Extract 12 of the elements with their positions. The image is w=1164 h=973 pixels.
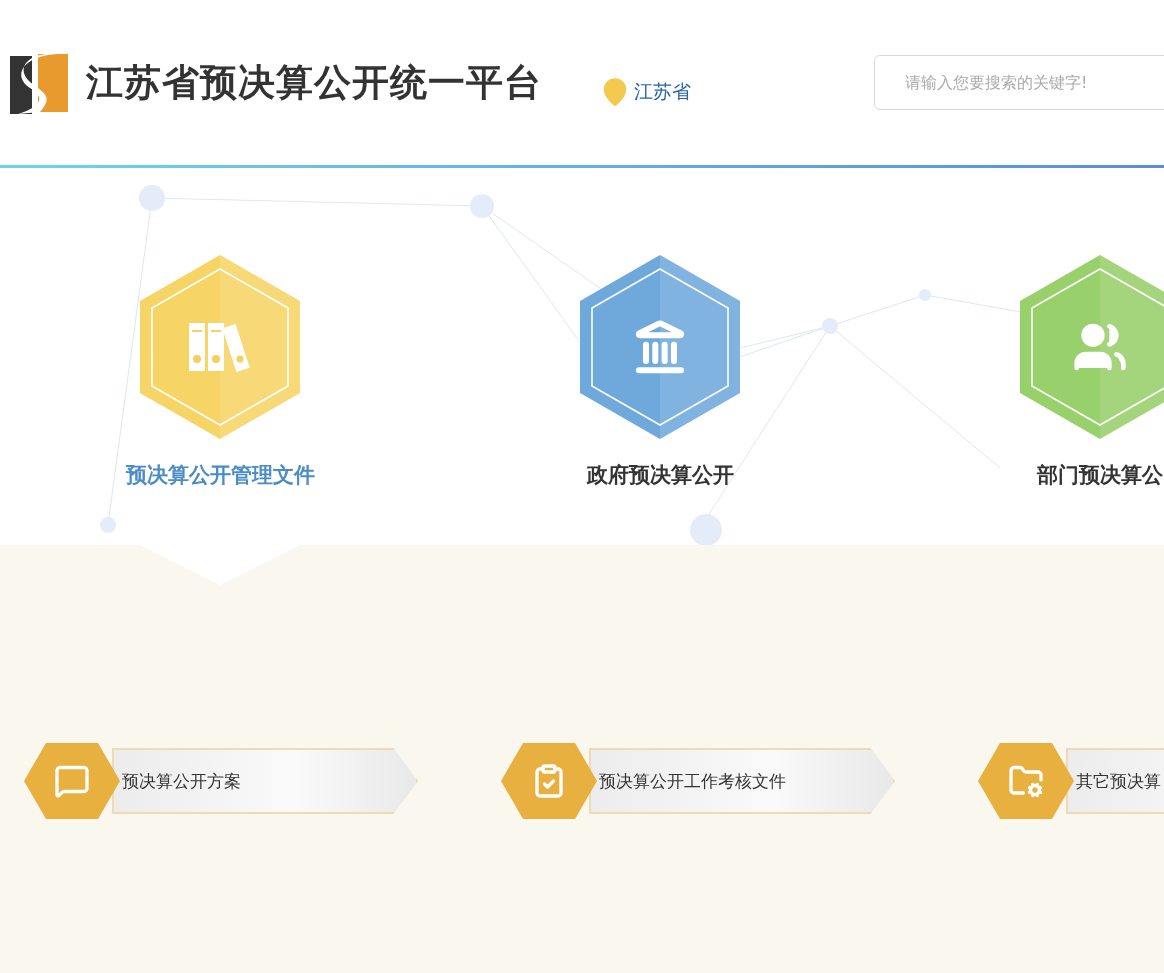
search-field[interactable]: 请输入您要搜索的关键字!: [874, 55, 1164, 110]
category-link[interactable]: 部门预决算公: [1037, 461, 1163, 489]
category-link[interactable]: 预决算公开管理文件: [125, 461, 315, 489]
subcategory-button[interactable]: 预决算公开工作考核文件: [589, 748, 895, 814]
location-text[interactable]: 江苏省: [634, 78, 691, 105]
folder-gear-icon: [1008, 763, 1044, 799]
binders-icon: [187, 321, 253, 373]
category-link[interactable]: 政府预决算公开: [586, 461, 734, 489]
message-icon: [54, 763, 90, 799]
subcategory-button[interactable]: 预决算公开方案: [112, 748, 418, 814]
subcategory-button[interactable]: 其它预决算: [1066, 748, 1164, 814]
site-title: 江苏省预决算公开统一平台: [86, 59, 542, 106]
